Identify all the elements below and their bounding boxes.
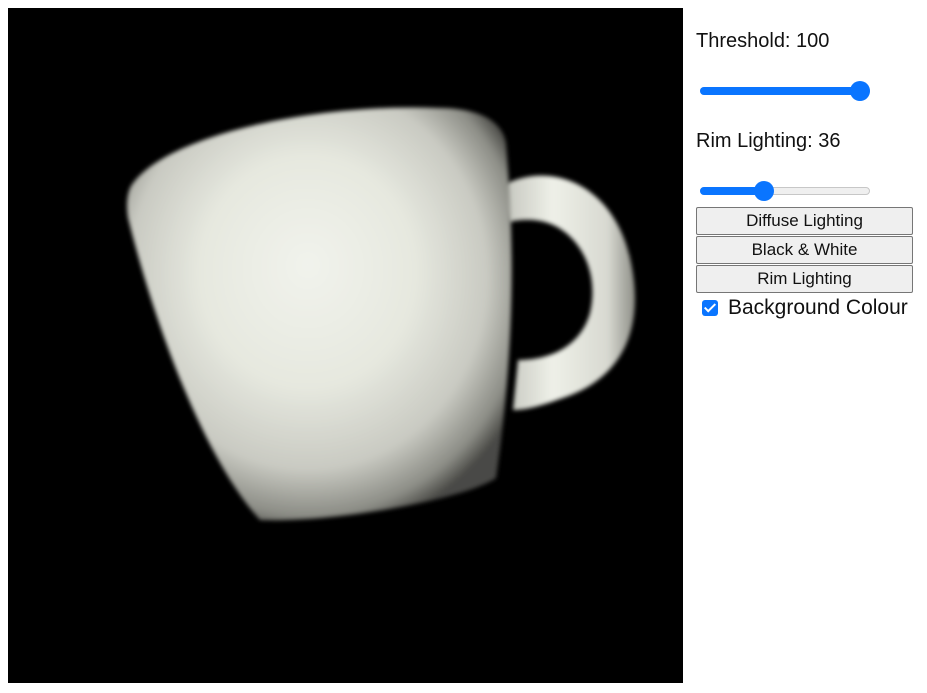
rim-lighting-label: Rim Lighting: 36	[696, 130, 841, 152]
background-colour-option[interactable]: Background Colour	[702, 295, 908, 321]
mug-render	[126, 107, 635, 521]
threshold-label: Threshold: 100	[696, 30, 830, 52]
threshold-slider[interactable]	[700, 80, 870, 101]
rim-lighting-button[interactable]: Rim Lighting	[696, 265, 913, 293]
background-colour-label: Background Colour	[728, 296, 908, 319]
mug-body	[126, 107, 512, 521]
rim-lighting-slider[interactable]	[700, 180, 870, 201]
mug-handle	[498, 175, 635, 410]
threshold-slider-fill	[700, 87, 860, 95]
threshold-slider-thumb[interactable]	[850, 81, 870, 101]
rim-lighting-slider-thumb[interactable]	[754, 181, 774, 201]
black-white-button[interactable]: Black & White	[696, 236, 913, 264]
render-canvas[interactable]	[8, 8, 683, 683]
diffuse-lighting-button[interactable]: Diffuse Lighting	[696, 207, 913, 235]
background-colour-checkbox[interactable]	[702, 300, 718, 316]
